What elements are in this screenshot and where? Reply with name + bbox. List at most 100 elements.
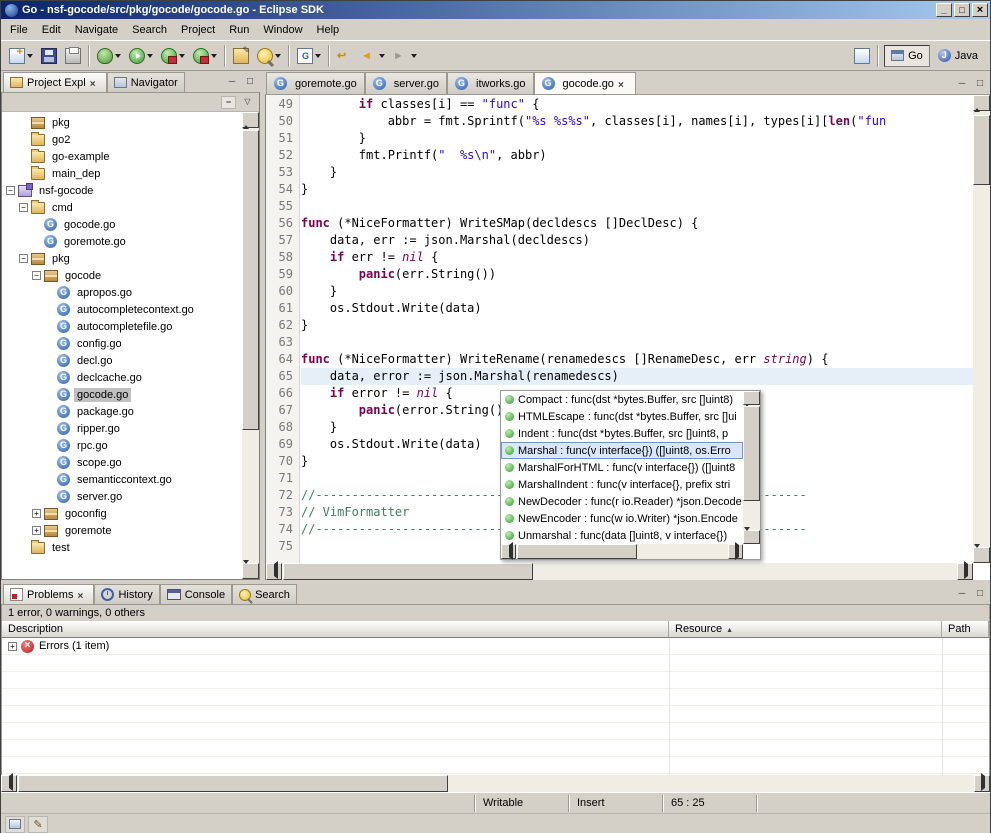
code-line-57[interactable]: data, err := json.Marshal(decldescs) — [301, 232, 973, 249]
menu-file[interactable]: File — [3, 22, 35, 38]
scroll-thumb[interactable] — [242, 130, 259, 430]
collapse-toggle-icon[interactable]: − — [19, 203, 28, 212]
editor-tab-itworks-go[interactable]: itworks.go — [447, 72, 534, 94]
close-window-button[interactable] — [972, 3, 988, 17]
scroll-down-button[interactable] — [743, 530, 760, 544]
tree-item-go2[interactable]: go2 — [2, 131, 242, 148]
maximize-view-button[interactable] — [242, 75, 258, 89]
scroll-up-button[interactable] — [973, 95, 990, 111]
tree-item-pkg[interactable]: −pkg — [2, 250, 242, 267]
tree-item-gocode[interactable]: −gocode — [2, 267, 242, 284]
problems-horizontal-scrollbar[interactable] — [1, 775, 990, 792]
autocomplete-item-marshalindent[interactable]: MarshalIndent : func(v interface{}, pref… — [501, 476, 743, 493]
minimize-window-button[interactable] — [936, 3, 952, 17]
run-button[interactable] — [126, 44, 156, 68]
scroll-right-button[interactable] — [957, 563, 973, 580]
autocomplete-item-newdecoder[interactable]: NewDecoder : func(r io.Reader) *json.Dec… — [501, 493, 743, 510]
column-description[interactable]: Description — [2, 621, 669, 638]
tree-item-cmd[interactable]: −cmd — [2, 199, 242, 216]
autocomplete-item-marshal[interactable]: Marshal : func(v interface{}) ([]uint8, … — [501, 442, 743, 459]
titlebar[interactable]: Go - nsf-gocode/src/pkg/gocode/gocode.go… — [1, 1, 990, 19]
new-wizard-button[interactable] — [6, 44, 36, 68]
tab-history[interactable]: History — [94, 584, 159, 604]
print-button[interactable] — [62, 44, 84, 68]
tree-item-main-dep[interactable]: main_dep — [2, 165, 242, 182]
code-line-59[interactable]: panic(err.String()) — [301, 266, 973, 283]
scroll-thumb[interactable] — [18, 775, 448, 792]
menu-help[interactable]: Help — [310, 22, 347, 38]
scroll-down-button[interactable] — [242, 563, 259, 579]
editor-tab-server-go[interactable]: server.go — [365, 72, 447, 94]
new-go-element-button[interactable] — [294, 44, 324, 68]
tree-item-server-go[interactable]: server.go — [2, 488, 242, 505]
collapse-toggle-icon[interactable]: − — [6, 186, 15, 195]
scroll-thumb[interactable] — [283, 563, 533, 580]
run-last-tool-button[interactable] — [190, 44, 220, 68]
tree-item-test[interactable]: test — [2, 539, 242, 556]
problems-row-errors-1-item[interactable]: +Errors (1 item) — [2, 638, 989, 655]
code-line-61[interactable]: os.Stdout.Write(data) — [301, 300, 973, 317]
tree-item-goremote-go[interactable]: goremote.go — [2, 233, 242, 250]
code-line-53[interactable]: } — [301, 164, 973, 181]
perspective-java-button[interactable]: Java — [932, 45, 984, 67]
code-line-50[interactable]: abbr = fmt.Sprintf("%s %s%s", classes[i]… — [301, 113, 973, 130]
editor-tab-gocode-go[interactable]: gocode.go — [534, 72, 636, 94]
code-line-63[interactable] — [301, 334, 973, 351]
tree-item-rpc-go[interactable]: rpc.go — [2, 437, 242, 454]
menu-edit[interactable]: Edit — [35, 22, 68, 38]
expand-toggle-icon[interactable]: + — [8, 642, 17, 651]
expand-toggle-icon[interactable]: + — [32, 509, 41, 518]
fast-view-button[interactable] — [5, 816, 25, 833]
autocomplete-item-htmlescape[interactable]: HTMLEscape : func(dst *bytes.Buffer, src… — [501, 408, 743, 425]
code-line-52[interactable]: fmt.Printf(" %s\n", abbr) — [301, 147, 973, 164]
tab-problems[interactable]: Problems — [3, 584, 94, 604]
minimize-view-button[interactable] — [224, 75, 240, 89]
menu-navigate[interactable]: Navigate — [68, 22, 125, 38]
minimize-editor-button[interactable] — [954, 77, 970, 91]
tree-item-declcache-go[interactable]: declcache.go — [2, 369, 242, 386]
collapse-toggle-icon[interactable]: − — [19, 254, 28, 263]
close-icon[interactable] — [618, 79, 628, 89]
close-icon[interactable] — [77, 590, 87, 600]
column-path[interactable]: Path — [942, 621, 989, 638]
scroll-left-button[interactable] — [266, 563, 282, 580]
tree-item-gocode-go[interactable]: gocode.go — [2, 386, 242, 403]
menu-window[interactable]: Window — [256, 22, 309, 38]
tab-search[interactable]: Search — [232, 584, 297, 604]
perspective-go-button[interactable]: Go — [884, 45, 930, 67]
code-line-65[interactable]: data, error := json.Marshal(renamedescs) — [301, 368, 973, 385]
search-button[interactable] — [254, 44, 284, 68]
editor-tab-goremote-go[interactable]: goremote.go — [266, 72, 365, 94]
tree-item-nsf-gocode[interactable]: −nsf-gocode — [2, 182, 242, 199]
menu-run[interactable]: Run — [222, 22, 256, 38]
scroll-thumb[interactable] — [743, 406, 760, 501]
code-line-60[interactable]: } — [301, 283, 973, 300]
tab-project-explorer[interactable]: Project Expl — [3, 72, 107, 92]
close-icon[interactable] — [90, 78, 100, 88]
tree-item-config-go[interactable]: config.go — [2, 335, 242, 352]
expand-toggle-icon[interactable]: + — [32, 526, 41, 535]
maximize-view-button[interactable] — [972, 587, 988, 601]
editor-marker-button[interactable] — [28, 816, 48, 833]
last-edit-location-button[interactable] — [334, 44, 356, 68]
code-line-64[interactable]: func (*NiceFormatter) WriteRename(rename… — [301, 351, 973, 368]
tree-item-autocompletecontext-go[interactable]: autocompletecontext.go — [2, 301, 242, 318]
code-line-56[interactable]: func (*NiceFormatter) WriteSMap(decldesc… — [301, 215, 973, 232]
collapse-all-button[interactable] — [221, 96, 236, 109]
tree-item-autocompletefile-go[interactable]: autocompletefile.go — [2, 318, 242, 335]
scroll-left-button[interactable] — [1, 775, 17, 792]
forward-button[interactable] — [390, 44, 420, 68]
autocomplete-item-newencoder[interactable]: NewEncoder : func(w io.Writer) *json.Enc… — [501, 510, 743, 527]
collapse-toggle-icon[interactable]: − — [32, 271, 41, 280]
tab-navigator[interactable]: Navigator — [107, 72, 185, 92]
autocomplete-item-unmarshal[interactable]: Unmarshal : func(data []uint8, v interfa… — [501, 527, 743, 544]
maximize-editor-button[interactable] — [972, 77, 988, 91]
tree-item-go-example[interactable]: go-example — [2, 148, 242, 165]
tree-item-scope-go[interactable]: scope.go — [2, 454, 242, 471]
open-perspective-button[interactable] — [851, 44, 873, 68]
scroll-thumb[interactable] — [517, 544, 637, 559]
open-file-button[interactable] — [230, 44, 252, 68]
scroll-up-button[interactable] — [743, 391, 760, 405]
tree-item-ripper-go[interactable]: ripper.go — [2, 420, 242, 437]
tree-item-apropos-go[interactable]: apropos.go — [2, 284, 242, 301]
